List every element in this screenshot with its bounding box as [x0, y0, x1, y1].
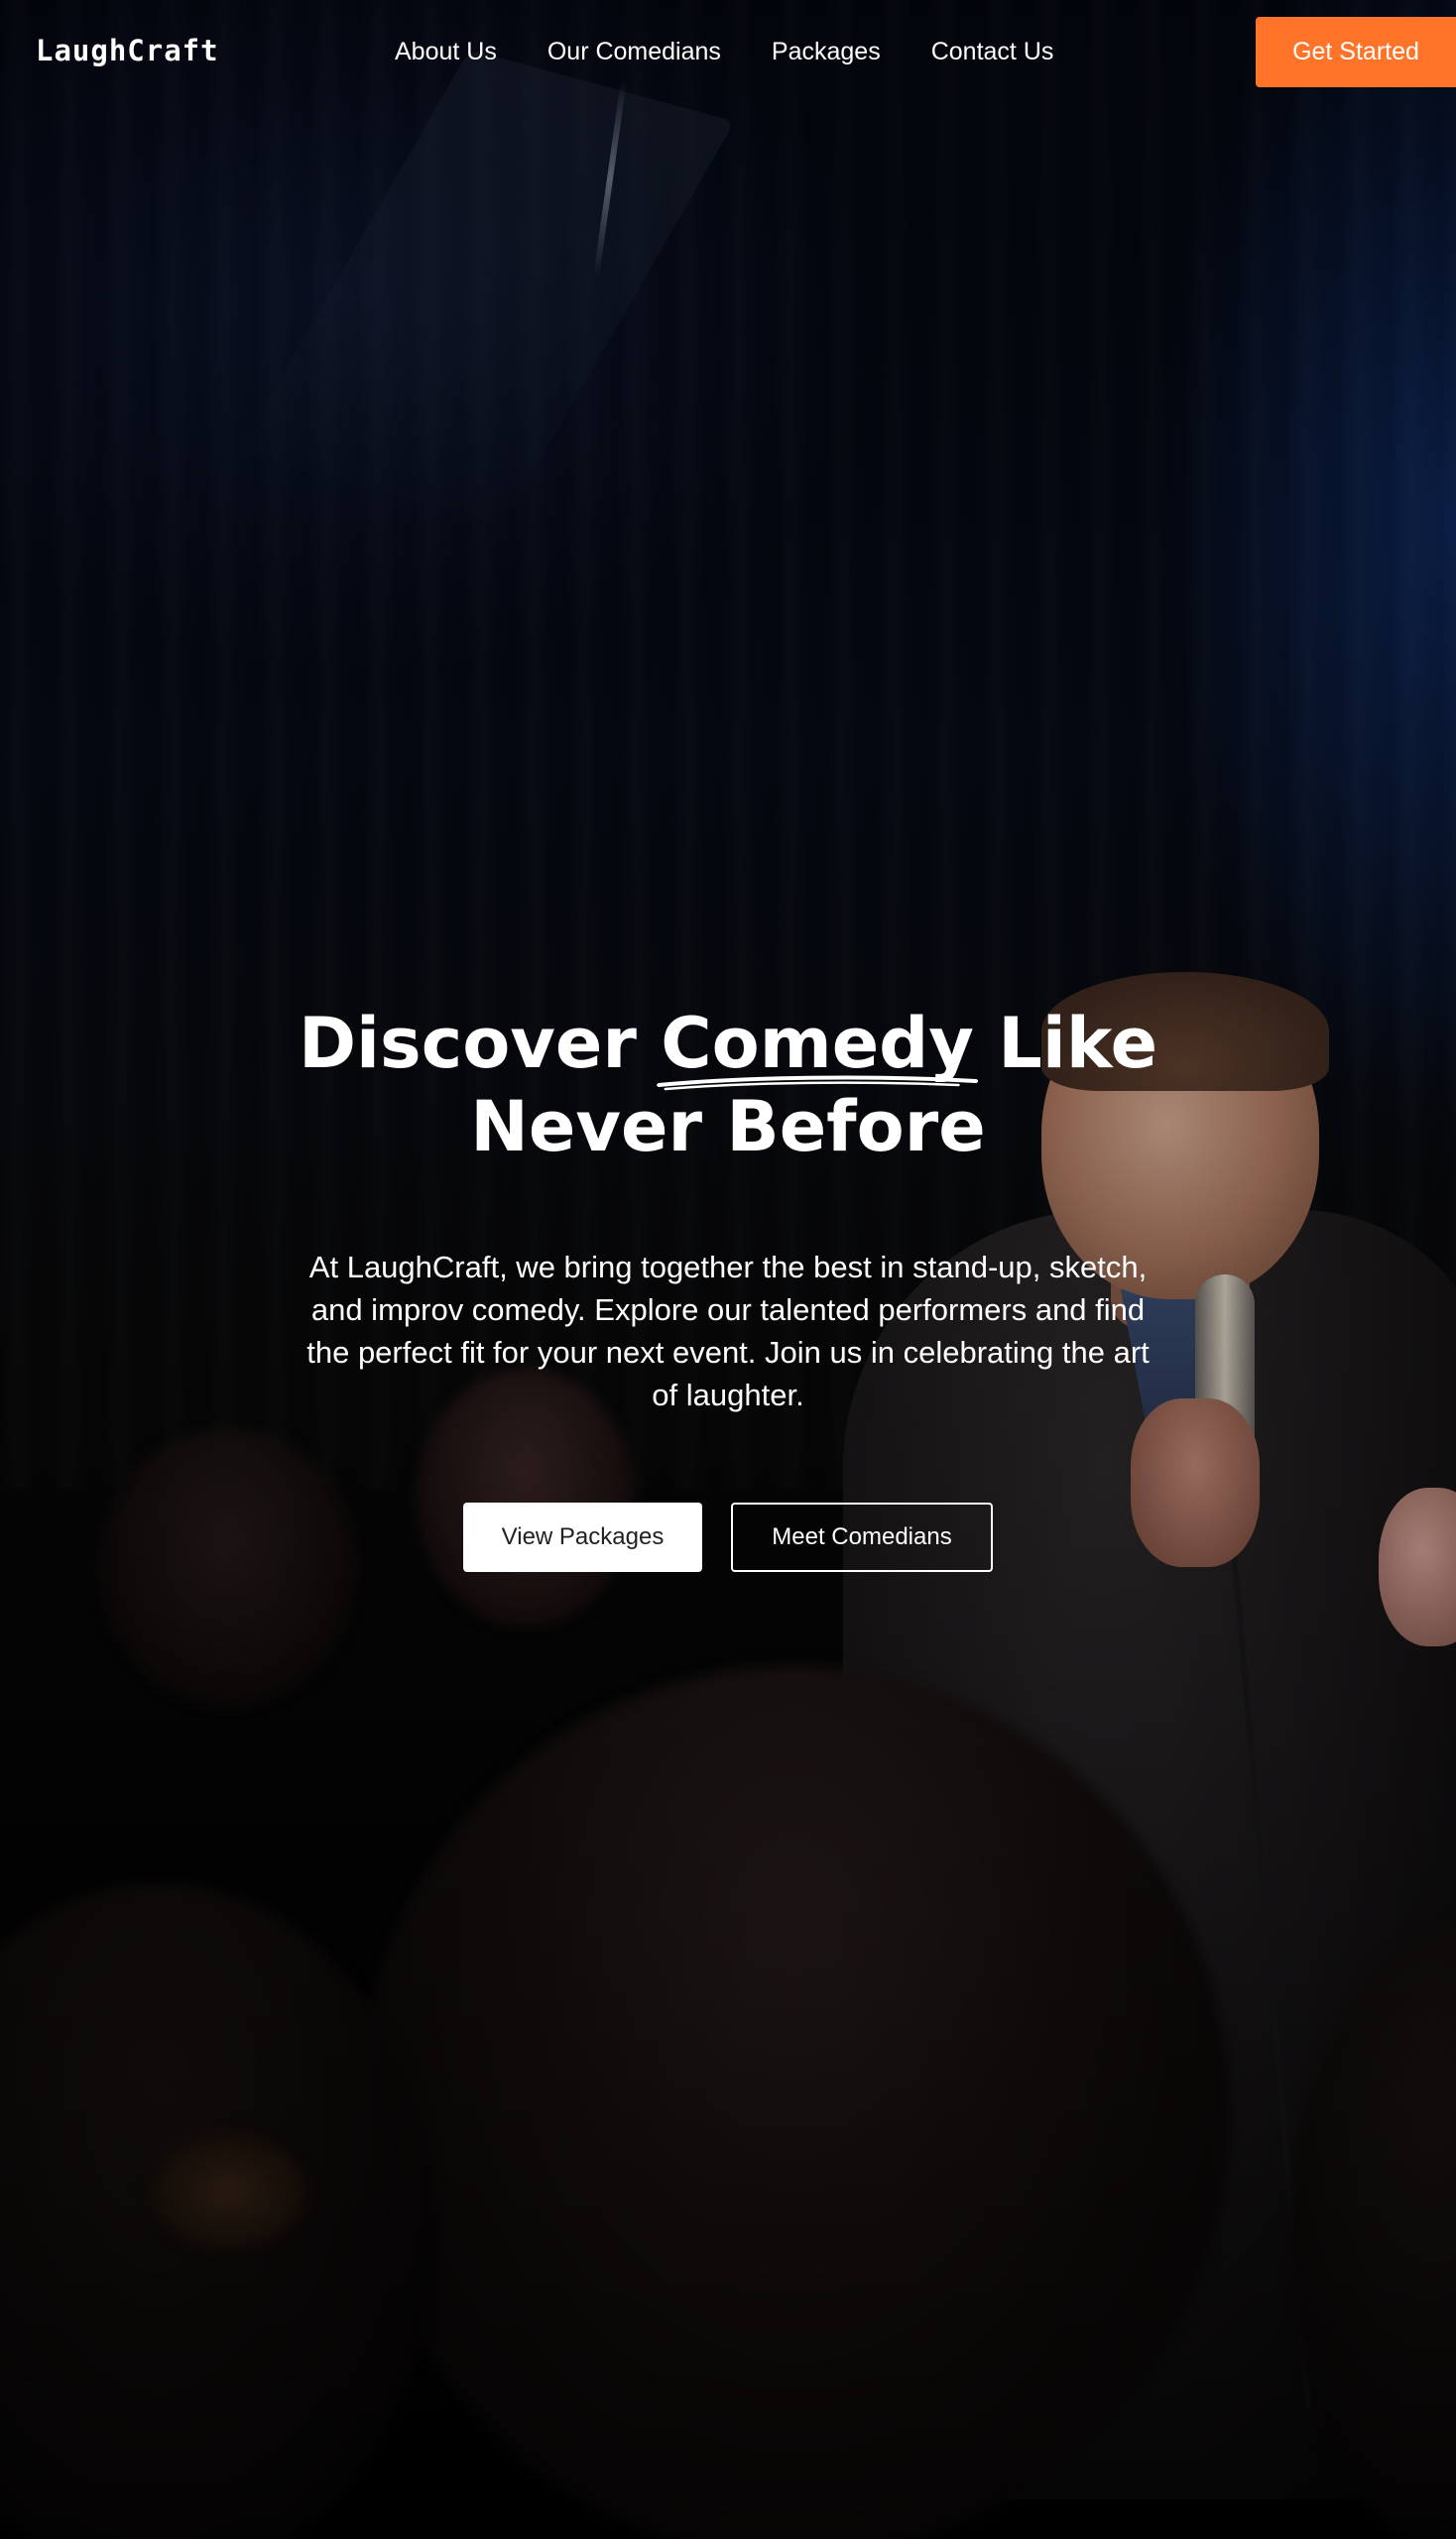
scribble-underline-icon: [657, 1075, 979, 1091]
meet-comedians-button[interactable]: Meet Comedians: [731, 1503, 993, 1572]
nav-link-packages[interactable]: Packages: [772, 36, 881, 67]
view-packages-button[interactable]: View Packages: [463, 1503, 702, 1572]
nav-link-contact-us[interactable]: Contact Us: [931, 36, 1054, 67]
site-logo[interactable]: LaughCraft: [36, 34, 219, 67]
nav-links: About Us Our Comedians Packages Contact …: [395, 36, 1104, 67]
get-started-button[interactable]: Get Started: [1256, 17, 1456, 87]
hero-section: LaughCraft About Us Our Comedians Packag…: [0, 0, 1456, 2539]
hero-description: At LaughCraft, we bring together the bes…: [306, 1250, 1150, 1412]
top-navbar: LaughCraft About Us Our Comedians Packag…: [0, 0, 1456, 103]
nav-link-our-comedians[interactable]: Our Comedians: [547, 36, 721, 67]
hero-headline: Discover Comedy Like Never Before: [232, 1002, 1224, 1168]
headline-part-1: Discover: [298, 1003, 662, 1084]
headline-accent-word: Comedy: [657, 1002, 979, 1091]
nav-link-about-us[interactable]: About Us: [395, 36, 497, 67]
